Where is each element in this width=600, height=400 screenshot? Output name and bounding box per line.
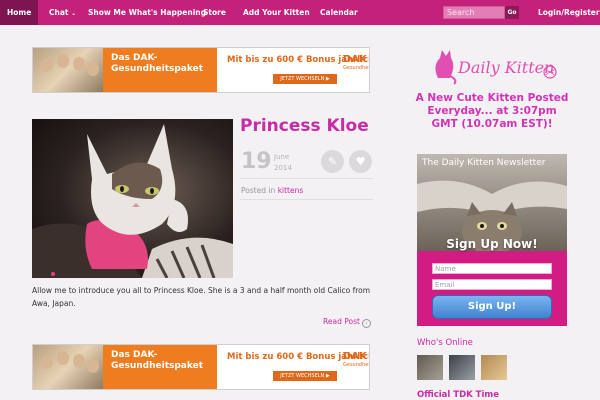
post-date-day: 19 xyxy=(241,149,272,174)
posted-in-label: Posted in xyxy=(241,186,276,195)
top-nav: Home Chat ⌄ Show Me What's Happening Sto… xyxy=(0,0,600,25)
share-icon: ✎ xyxy=(327,155,338,168)
ad-orange-line1: Das DAK- xyxy=(111,53,158,63)
share-button[interactable]: ✎ xyxy=(321,150,344,173)
post-meta-divider xyxy=(240,178,373,179)
newsletter-signup-button[interactable]: Sign Up! xyxy=(432,295,552,319)
search-input[interactable] xyxy=(443,6,505,19)
nav-item-chat[interactable]: Chat ⌄ xyxy=(42,0,83,25)
ad-orange-line2: Gesundheitspaket xyxy=(111,64,204,74)
ad-banner-top[interactable]: Das DAK- Gesundheitspaket Mit bis zu 600… xyxy=(32,47,370,93)
nav-item-home[interactable]: Home xyxy=(0,0,39,25)
post-date-year: 2014 xyxy=(274,164,292,172)
post-excerpt: Allow me to introduce you all to Princes… xyxy=(32,286,371,308)
ad-family-photo xyxy=(33,48,103,92)
heart-icon: ♥ xyxy=(355,155,366,168)
ad-cta-button[interactable]: JETZT WECHSELN ▶ xyxy=(273,74,337,84)
nav-label: Add Your Kitten xyxy=(243,8,310,17)
newsletter-title: The Daily Kitten Newsletter xyxy=(422,158,546,168)
dak-logo-main: DAK xyxy=(343,351,367,362)
read-post-link[interactable]: Read Post › xyxy=(323,317,371,328)
nav-item-calendar[interactable]: Calendar xyxy=(313,0,365,25)
nav-item-add-kitten[interactable]: Add Your Kitten xyxy=(236,0,317,25)
post-title[interactable]: Princess Kloe xyxy=(240,116,369,136)
dak-logo: DAK Gesundheit xyxy=(343,54,369,74)
post-kitten-image[interactable] xyxy=(32,119,233,278)
ad-right-panel: Mit bis zu 600 € Bonus jährlich! JETZT W… xyxy=(217,48,369,92)
chevron-down-icon: ⌄ xyxy=(71,10,77,17)
avatar[interactable] xyxy=(449,355,475,380)
nav-label: Store xyxy=(203,8,226,17)
nav-label: Calendar xyxy=(320,8,358,17)
ad-banner-bottom[interactable]: Das DAK- Gesundheitspaket Mit bis zu 600… xyxy=(32,344,370,390)
official-time-heading: Official TDK Time xyxy=(417,390,499,400)
ad-orange-line1: Das DAK- xyxy=(111,350,158,360)
login-register-link[interactable]: Login/Register xyxy=(531,0,600,25)
daily-kitten-logo[interactable]: Daily Kitten xyxy=(430,46,560,86)
newsletter-name-field[interactable] xyxy=(432,263,552,274)
read-post-label: Read Post xyxy=(323,317,360,326)
nav-label: Home xyxy=(7,8,32,17)
dak-logo-main: DAK xyxy=(343,54,367,65)
whos-online-heading: Who's Online xyxy=(417,338,473,348)
dak-logo-sub: Gesundheit xyxy=(343,65,370,71)
like-button[interactable]: ♥ xyxy=(349,150,372,173)
cat-silhouette-icon: Daily Kitten xyxy=(435,50,557,85)
dak-logo: DAK Gesundheit xyxy=(343,351,369,371)
ad-orange-panel: Das DAK- Gesundheitspaket xyxy=(103,345,217,389)
category-link[interactable]: kittens xyxy=(278,186,304,195)
ad-orange-panel: Das DAK- Gesundheitspaket xyxy=(103,48,217,92)
nav-label: Show Me What's Happening xyxy=(88,8,207,17)
ad-cta-button[interactable]: JETZT WECHSELN ▶ xyxy=(273,371,337,381)
dak-logo-sub: Gesundheit xyxy=(343,362,370,368)
posted-in: Posted in kittens xyxy=(241,186,303,195)
ad-right-panel: Mit bis zu 600 € Bonus jährlich! JETZT W… xyxy=(217,345,369,389)
avatar[interactable] xyxy=(481,355,507,380)
post-meta-divider-bottom xyxy=(240,199,373,200)
post-date-month-year: June 2014 xyxy=(274,152,292,174)
nav-label: Login/Register xyxy=(538,8,600,17)
newsletter-signup-heading: Sign Up Now! xyxy=(446,237,538,251)
nav-item-whats-happening[interactable]: Show Me What's Happening xyxy=(81,0,213,25)
site-tagline: A New Cute Kitten Posted Everyday... at … xyxy=(415,92,569,130)
ad-orange-line2: Gesundheitspaket xyxy=(111,361,204,371)
logo-text: Daily Kitten xyxy=(457,58,554,77)
kitten-photo-art xyxy=(32,124,233,278)
search-go-button[interactable]: Go xyxy=(505,6,519,19)
post-date-month: June xyxy=(274,153,290,161)
newsletter-widget: The Daily Kitten Newsletter Sign Up Now!… xyxy=(417,154,567,326)
ad-family-photo xyxy=(33,345,103,389)
nav-item-store[interactable]: Store xyxy=(196,0,233,25)
newsletter-email-field[interactable] xyxy=(432,279,552,290)
arrow-circle-icon: › xyxy=(361,319,371,328)
avatar[interactable] xyxy=(417,355,443,380)
nav-label: Chat xyxy=(49,8,69,17)
